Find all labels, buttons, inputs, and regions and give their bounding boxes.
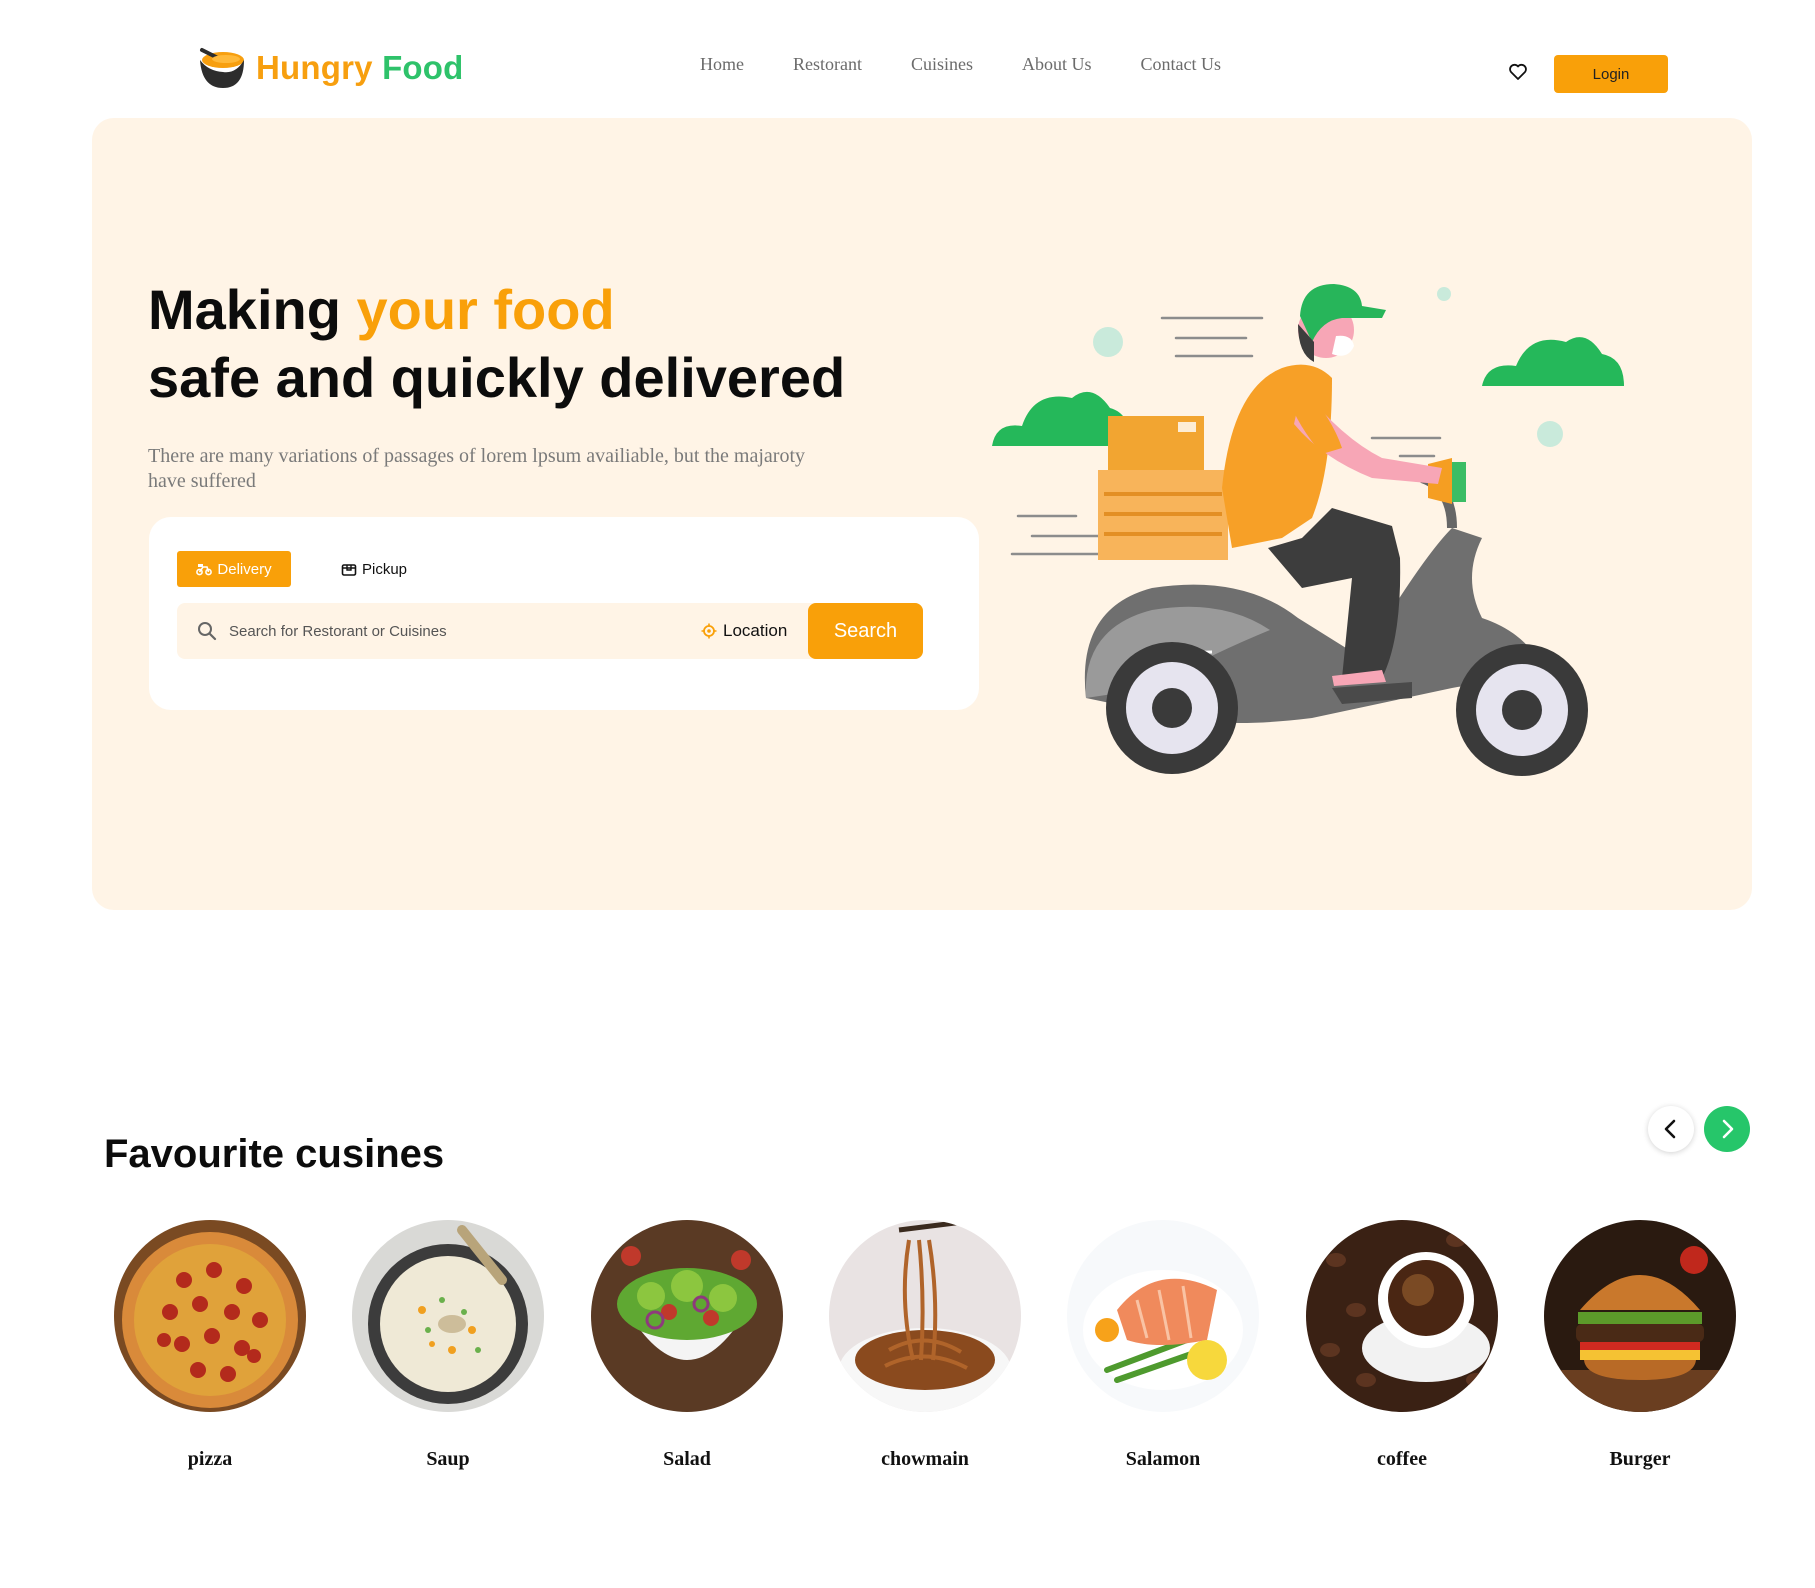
hero-description: There are many variations of passages of… [148,445,806,492]
tab-pickup-label: Pickup [362,560,408,578]
chevron-right-icon [1722,1119,1734,1139]
salad-image [591,1220,783,1412]
box-label [1178,422,1196,432]
cuisine-card-salad[interactable]: Salad [591,1220,783,1470]
nav-about-us[interactable]: About Us [1022,54,1092,75]
search-icon [198,622,217,641]
hero-title-line2: safe and quickly delivered [148,346,846,409]
logo-word-food: Food [382,49,464,86]
heart-icon[interactable] [1508,62,1528,82]
cuisine-card-chowmain[interactable]: chowmain [829,1220,1021,1470]
prev-button[interactable] [1648,1106,1694,1152]
pizza-image [114,1220,306,1412]
nav-home[interactable]: Home [700,54,744,75]
bowl-icon [200,48,244,88]
cuisine-label: Salamon [1125,1448,1201,1470]
cuisine-card-saup[interactable]: Saup [352,1220,544,1470]
front-wheel-hub [1152,688,1192,728]
salmon-image [1067,1220,1259,1412]
deco-dot [1437,287,1451,301]
hero-title-accent: your food [356,278,615,341]
search-input[interactable] [229,613,649,649]
tab-delivery-label: Delivery [217,560,272,578]
cuisine-label: pizza [187,1448,233,1470]
main-nav: Home Restorant Cuisines About Us Contact… [700,54,1221,75]
hero-section: Making your food safe and quickly delive… [92,118,1752,910]
soup-image [352,1220,544,1412]
site-header: Hungry Food Home Restorant Cuisines Abou… [0,0,1815,120]
package-icon [341,564,357,576]
deco-dot [1093,327,1123,357]
cloud-right [1482,337,1624,386]
login-button[interactable]: Login [1554,55,1668,93]
cuisine-label: coffee [1377,1448,1427,1470]
location-label: Location [723,621,788,640]
location-selector[interactable]: Location [701,619,787,643]
coffee-image [1306,1220,1498,1412]
cuisine-label: Salad [663,1448,711,1470]
scooter-headlight [1452,462,1466,502]
search-button[interactable]: Search [808,603,923,659]
logo-text: Hungry Food [256,49,464,87]
scooter-icon [196,564,213,576]
delivery-scooter-illustration [992,284,1624,776]
hero-title-start: Making [148,278,357,341]
tab-pickup[interactable]: Pickup [341,551,407,587]
rider-shirt [1222,364,1332,548]
search-bar: Location Search [177,603,923,659]
tab-delivery[interactable]: Delivery [177,551,291,587]
next-button[interactable] [1704,1106,1750,1152]
deco-dot [1537,421,1563,447]
cuisine-label: Saup [426,1448,470,1470]
burger-image [1544,1220,1736,1412]
logo-word-hungry: Hungry [256,49,373,86]
cuisine-card-salamon[interactable]: Salamon [1067,1220,1259,1470]
nav-cuisines[interactable]: Cuisines [911,54,973,75]
cuisine-label: Burger [1609,1448,1671,1470]
cuisine-card-pizza[interactable]: pizza [114,1220,306,1470]
cuisine-card-burger[interactable]: Burger [1544,1220,1736,1470]
nav-restorant[interactable]: Restorant [793,54,862,75]
cuisine-carousel: pizza Saup Salad chowmain Salamon coffee… [114,1220,1736,1480]
section-title: Favourite cusines [104,1132,445,1176]
cuisine-label: chowmain [881,1448,969,1470]
logo[interactable]: Hungry Food [196,44,464,92]
rear-wheel-hub [1502,690,1542,730]
location-target-icon [701,623,717,639]
chevron-left-icon [1664,1119,1676,1139]
hero-title: Making your food safe and quickly delive… [148,276,845,412]
chowmain-image [829,1220,1021,1412]
nav-contact-us[interactable]: Contact Us [1141,54,1222,75]
search-card: Delivery Pickup Location [149,517,979,710]
cuisine-card-coffee[interactable]: coffee [1306,1220,1498,1470]
